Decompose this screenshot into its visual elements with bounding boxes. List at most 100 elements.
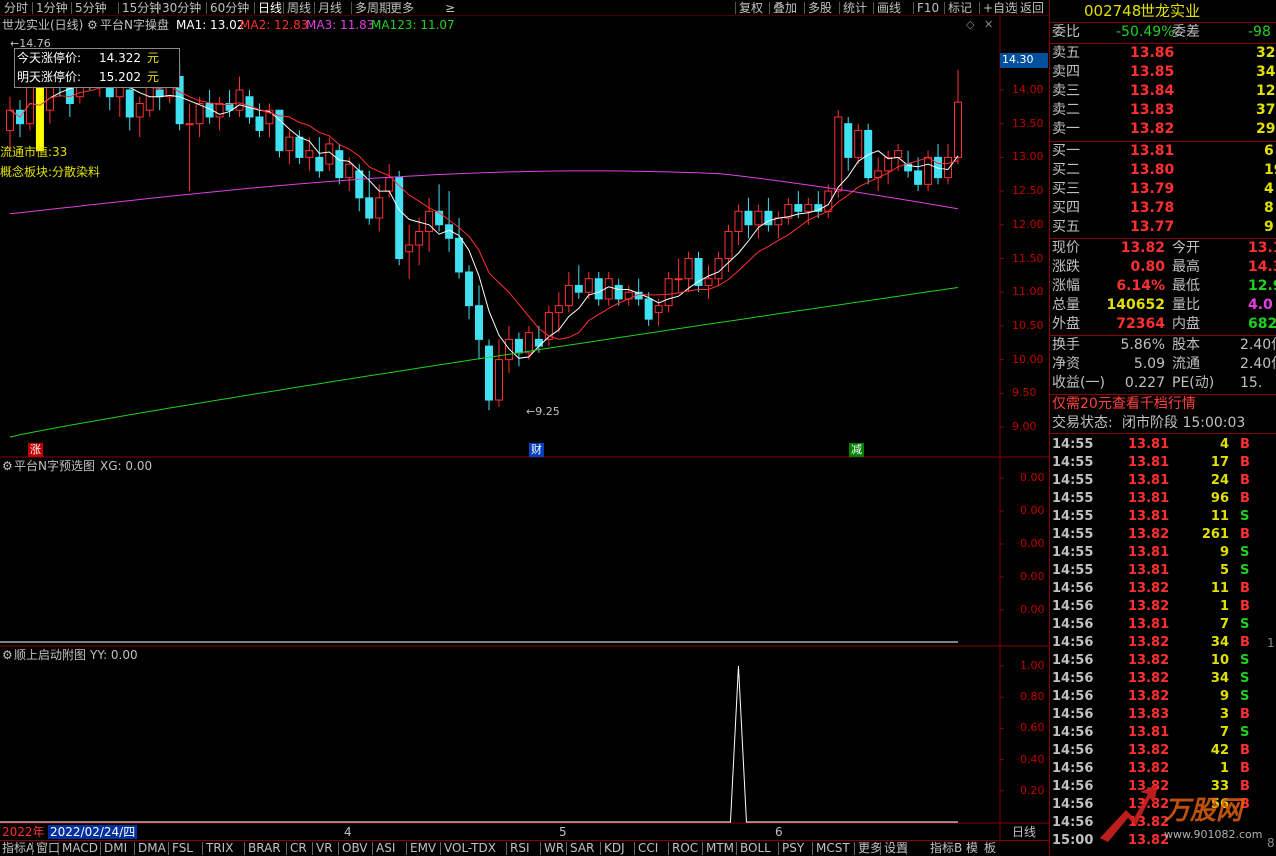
ask-label: 卖四 [1052,64,1080,80]
indicator-gear-icon[interactable]: ⚙ [87,18,98,32]
period-tab[interactable]: 60分钟 [210,0,249,16]
toolbar-button[interactable]: 叠加 [773,0,797,16]
candle-body [574,284,583,293]
weibi-row: 委比 -50.49% 委差 -98 [1050,23,1276,42]
tick-volume: 11 [1210,509,1229,524]
candle-body [924,156,933,185]
indicator-tab[interactable]: VR [316,841,333,856]
tick-time: 14:56 [1052,617,1094,632]
tick-side: S [1240,563,1250,578]
today-limit-value: 14.322 [99,51,141,65]
period-label[interactable]: 日线 [1012,825,1036,839]
indicator-tab[interactable]: EMV [410,841,436,856]
indicator-tab[interactable]: CCI [638,841,658,856]
indicator-tab[interactable]: ROC [672,841,698,856]
divider [1050,433,1276,434]
indicator-tab[interactable]: DMA [138,841,166,856]
toolbar-button[interactable]: 复权 [739,0,763,16]
tick-side: B [1240,707,1250,722]
toolbar-button[interactable]: +自选 [983,0,1017,16]
panel3-title[interactable]: 顺上启动附图 [14,648,86,662]
period-tab[interactable]: 分时 [4,0,28,16]
indicator-tab[interactable]: 设置 [884,841,908,856]
quote-value: 2.40亿 [1240,356,1276,372]
divider [735,2,736,14]
more-arrow-icon[interactable]: ≥ [445,0,455,16]
toolbar-button[interactable]: 标记 [948,0,972,16]
indicator-tab[interactable]: SAR [570,841,594,856]
period-tab[interactable]: 日线 [258,0,282,16]
toolbar-button[interactable]: F10 [917,0,939,16]
ma3-value: MA3: 11.83 [306,18,375,32]
indicator-name[interactable]: 平台N字操盘 [100,18,169,32]
indicator-tab[interactable]: WR [544,841,564,856]
marker-limit-up[interactable]: 涨 [28,443,43,457]
quote-label: 现价 [1052,240,1080,256]
panel2-gear-icon[interactable]: ⚙ [2,459,13,473]
marker-finance[interactable]: 财 [529,443,544,457]
tick-volume: 34 [1210,671,1229,686]
indicator-tab[interactable]: 指标B [930,841,962,856]
indicator-tab[interactable]: MACD [62,841,98,856]
ask-label: 卖五 [1052,45,1080,61]
y-tick-label: 10.50 [1012,318,1044,332]
promo-link[interactable]: 仅需20元查看千档行情 [1052,395,1276,414]
indicator-tab[interactable]: BOLL [740,841,771,856]
tick-side: B [1240,455,1250,470]
tick-row: 14:56 13.83 3 B [1050,706,1276,724]
tick-row: 14:56 13.82 34 B [1050,634,1276,652]
tick-row: 15:00 13.82 [1050,832,1276,850]
indicator-tab[interactable]: 窗口 [36,841,60,856]
panel3-gear-icon[interactable]: ⚙ [2,648,13,662]
indicator-tab[interactable]: VOL-TDX [444,841,496,856]
period-tab[interactable]: 周线 [287,0,311,16]
toolbar-button[interactable]: 画线 [877,0,901,16]
indicator-tab[interactable]: FSL [172,841,193,856]
candle-body [195,102,204,125]
tick-volume: 9 [1219,545,1229,560]
indicator-tab[interactable]: MCST [816,841,850,856]
toolbar-button[interactable]: 统计 [843,0,867,16]
period-tab[interactable]: 1分钟 [36,0,68,16]
tick-volume: 42 [1210,743,1229,758]
indicator-tab[interactable]: OBV [342,841,368,856]
quote-label: 今开 [1172,240,1200,256]
tick-volume: 4 [1219,437,1229,452]
divider [244,842,245,855]
indicator-tab[interactable]: DMI [104,841,127,856]
indicator-tab[interactable]: 指标A [2,841,34,856]
bid-volume: 9 [1264,219,1274,235]
indicator-tab[interactable]: 模 [966,841,978,856]
candle-body [834,116,843,192]
kline-chart[interactable] [0,16,1049,840]
indicator-tab[interactable]: PSY [782,841,804,856]
toolbar-button[interactable]: 多股 [808,0,832,16]
tick-volume: 10 [1210,653,1229,668]
marker-reduce[interactable]: 减 [849,443,864,457]
indicator-tab[interactable]: TRIX [206,841,233,856]
close-icon[interactable]: ✕ [984,18,993,32]
y-tick-label: 0.00 [1020,570,1045,583]
period-tab[interactable]: 15分钟 [122,0,161,16]
indicator-tab[interactable]: RSI [510,841,530,856]
period-tab[interactable]: 5分钟 [75,0,107,16]
indicator-tab[interactable]: 更多 [858,841,882,856]
tick-price: 13.82 [1128,635,1170,650]
divider [134,842,135,855]
period-tab[interactable]: 月线 [318,0,342,16]
indicator-tab[interactable]: KDJ [604,841,625,856]
indicator-tab[interactable]: ASI [376,841,395,856]
bid-row: 买三 13.79 4 [1050,180,1276,199]
bid-price: 13.81 [1130,143,1175,159]
diamond-icon[interactable]: ◇ [966,18,974,32]
indicator-tab[interactable]: CR [290,841,307,856]
candle-body [315,156,324,172]
panel2-title[interactable]: 平台N字预选图 [14,459,95,473]
indicator-tab[interactable]: BRAR [248,841,281,856]
toolbar-button[interactable]: 返回 [1020,0,1044,16]
bid-price: 13.78 [1130,200,1175,216]
indicator-tab[interactable]: 板 [984,841,996,856]
period-tab[interactable]: 30分钟 [162,0,201,16]
period-tab[interactable]: 更多 [390,0,414,16]
indicator-tab[interactable]: MTM [706,841,734,856]
